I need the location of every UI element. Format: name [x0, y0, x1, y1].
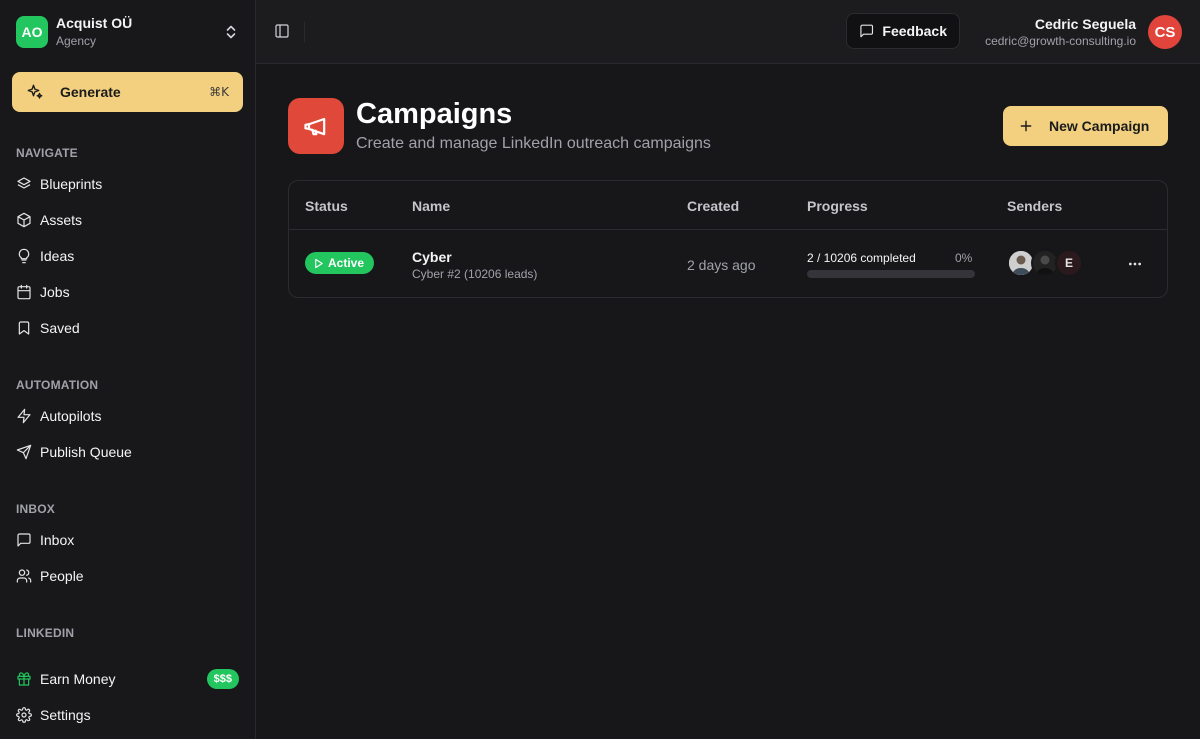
generate-button[interactable]: Generate ⌘K	[12, 72, 243, 112]
section-automation: AUTOMATION	[16, 378, 99, 392]
user-name: Cedric Seguela	[1034, 16, 1136, 32]
header-status[interactable]: Status	[305, 198, 348, 214]
page-subtitle: Create and manage LinkedIn outreach camp…	[356, 135, 711, 152]
table-row[interactable]: Active Cyber Cyber #2 (10206 leads) 2 da…	[289, 230, 1167, 298]
zap-icon	[17, 408, 31, 424]
org-avatar: AO	[16, 16, 48, 48]
progress-percent: 0%	[955, 251, 973, 265]
header-name[interactable]: Name	[412, 198, 450, 214]
new-campaign-button[interactable]: New Campaign	[1003, 106, 1168, 146]
topbar: Feedback Cedric Seguela cedric@growth-co…	[256, 0, 1200, 64]
campaign-created: 2 days ago	[687, 257, 756, 273]
sidebar-item-ideas[interactable]: Ideas	[16, 244, 240, 268]
sidebar-item-people[interactable]: People	[16, 564, 240, 588]
sidebar-item-saved[interactable]: Saved	[16, 316, 240, 340]
sidebar: AO Acquist OÜ Agency Generate ⌘K NAVIGAT…	[0, 0, 256, 739]
send-icon	[16, 444, 32, 460]
user-email: cedric@growth-consulting.io	[985, 34, 1136, 48]
sidebar-item-settings[interactable]: Settings	[16, 703, 240, 727]
calendar-icon	[17, 284, 31, 300]
sidebar-item-autopilots[interactable]: Autopilots	[16, 404, 240, 428]
message-icon	[860, 24, 874, 38]
sidebar-item-inbox[interactable]: Inbox	[16, 528, 240, 552]
box-icon	[17, 212, 31, 228]
sidebar-item-publish-queue[interactable]: Publish Queue	[16, 440, 240, 464]
section-inbox: INBOX	[16, 502, 56, 516]
generate-shortcut: ⌘K	[209, 85, 229, 99]
org-name: Acquist OÜ	[56, 15, 133, 31]
header-created[interactable]: Created	[687, 198, 739, 214]
sidebar-toggle-icon[interactable]	[274, 23, 290, 39]
topbar-divider	[304, 22, 305, 42]
org-type: Agency	[56, 34, 97, 48]
section-navigate: NAVIGATE	[16, 146, 78, 160]
header-senders[interactable]: Senders	[1007, 198, 1062, 214]
users-icon	[16, 569, 32, 583]
progress-text: 2 / 10206 completed	[807, 251, 916, 265]
header-progress[interactable]: Progress	[807, 198, 868, 214]
sender-avatar[interactable]: E	[1055, 249, 1083, 277]
campaign-name[interactable]: Cyber	[412, 249, 452, 265]
megaphone-icon	[288, 98, 344, 154]
progress-bar	[807, 270, 975, 278]
bookmark-icon	[18, 321, 30, 335]
feedback-button[interactable]: Feedback	[846, 13, 960, 49]
layers-icon	[17, 177, 31, 189]
avatar[interactable]: CS	[1148, 15, 1182, 49]
lightbulb-icon	[18, 248, 30, 264]
earn-badge: $$$	[206, 669, 239, 689]
gear-icon	[16, 707, 32, 723]
sidebar-item-blueprints[interactable]: Blueprints	[16, 172, 240, 196]
message-icon	[17, 533, 31, 547]
status-badge: Active	[305, 252, 375, 274]
plus-icon	[1020, 120, 1032, 132]
sparkles-icon	[27, 84, 43, 99]
page-title: Campaigns	[356, 98, 513, 130]
sidebar-item-earn-money[interactable]: Earn Money $$$	[16, 667, 240, 691]
org-switcher[interactable]: AO Acquist OÜ Agency	[16, 15, 240, 48]
section-linkedin: LINKEDIN	[16, 626, 75, 640]
campaign-subtitle: Cyber #2 (10206 leads)	[412, 267, 538, 281]
generate-label: Generate	[60, 84, 121, 100]
table-header: Status Name Created Progress Senders	[289, 181, 1167, 230]
play-icon	[315, 258, 323, 268]
sidebar-item-jobs[interactable]: Jobs	[16, 280, 240, 304]
more-horizontal-icon[interactable]	[1127, 256, 1143, 272]
chevron-up-down-icon[interactable]	[224, 24, 238, 40]
campaigns-table: Status Name Created Progress Senders Act…	[288, 180, 1168, 298]
gift-icon	[17, 672, 31, 686]
sidebar-item-assets[interactable]: Assets	[16, 208, 240, 232]
